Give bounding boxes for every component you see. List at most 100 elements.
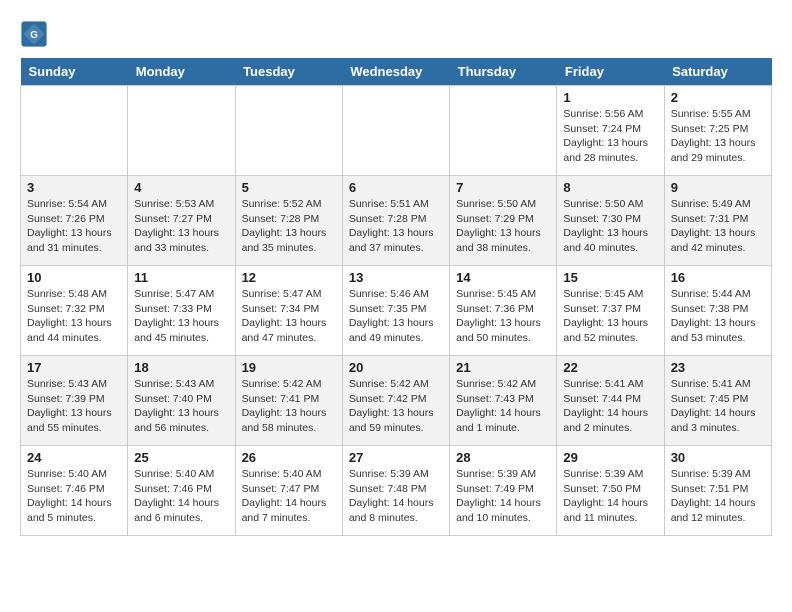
calendar-cell: 5 Sunrise: 5:52 AM Sunset: 7:28 PM Daylig…	[235, 176, 342, 266]
day-number: 20	[349, 360, 443, 375]
day-info: Sunrise: 5:41 AM Sunset: 7:45 PM Dayligh…	[671, 377, 765, 436]
day-info: Sunrise: 5:39 AM Sunset: 7:48 PM Dayligh…	[349, 467, 443, 526]
day-number: 30	[671, 450, 765, 465]
day-number: 7	[456, 180, 550, 195]
calendar-cell: 19 Sunrise: 5:42 AM Sunset: 7:41 PM Dayli…	[235, 356, 342, 446]
calendar-cell: 9 Sunrise: 5:49 AM Sunset: 7:31 PM Daylig…	[664, 176, 771, 266]
day-number: 13	[349, 270, 443, 285]
day-info: Sunrise: 5:39 AM Sunset: 7:51 PM Dayligh…	[671, 467, 765, 526]
calendar-week-row: 3 Sunrise: 5:54 AM Sunset: 7:26 PM Daylig…	[21, 176, 772, 266]
day-number: 17	[27, 360, 121, 375]
calendar-cell	[21, 86, 128, 176]
calendar-table: SundayMondayTuesdayWednesdayThursdayFrid…	[20, 58, 772, 536]
day-info: Sunrise: 5:39 AM Sunset: 7:49 PM Dayligh…	[456, 467, 550, 526]
calendar-cell: 7Sunrise: 5:50 AM Sunset: 7:29 PM Daylig…	[450, 176, 557, 266]
day-number: 24	[27, 450, 121, 465]
day-info: Sunrise: 5:55 AM Sunset: 7:25 PM Dayligh…	[671, 107, 765, 166]
day-number: 18	[134, 360, 228, 375]
day-info: Sunrise: 5:52 AM Sunset: 7:28 PM Dayligh…	[242, 197, 336, 256]
calendar-cell: 21 Sunrise: 5:42 AM Sunset: 7:43 PM Dayli…	[450, 356, 557, 446]
day-info: Sunrise: 5:50 AM Sunset: 7:30 PM Dayligh…	[563, 197, 657, 256]
weekday-header-sunday: Sunday	[21, 58, 128, 86]
day-number: 23	[671, 360, 765, 375]
day-info: Sunrise: 5:49 AM Sunset: 7:31 PM Dayligh…	[671, 197, 765, 256]
day-info: Sunrise: 5:56 AM Sunset: 7:24 PM Dayligh…	[563, 107, 657, 166]
calendar-header: SundayMondayTuesdayWednesdayThursdayFrid…	[21, 58, 772, 86]
calendar-cell: 10 Sunrise: 5:48 AM Sunset: 7:32 PM Dayli…	[21, 266, 128, 356]
day-info: Sunrise: 5:40 AM Sunset: 7:47 PM Dayligh…	[242, 467, 336, 526]
calendar-cell	[235, 86, 342, 176]
weekday-header-wednesday: Wednesday	[342, 58, 449, 86]
day-info: Sunrise: 5:43 AM Sunset: 7:39 PM Dayligh…	[27, 377, 121, 436]
day-number: 10	[27, 270, 121, 285]
day-info: Sunrise: 5:42 AM Sunset: 7:43 PM Dayligh…	[456, 377, 550, 436]
day-info: Sunrise: 5:44 AM Sunset: 7:38 PM Dayligh…	[671, 287, 765, 346]
day-number: 9	[671, 180, 765, 195]
calendar-cell	[342, 86, 449, 176]
day-number: 12	[242, 270, 336, 285]
day-number: 26	[242, 450, 336, 465]
day-info: Sunrise: 5:53 AM Sunset: 7:27 PM Dayligh…	[134, 197, 228, 256]
day-info: Sunrise: 5:51 AM Sunset: 7:28 PM Dayligh…	[349, 197, 443, 256]
day-number: 1	[563, 90, 657, 105]
calendar-cell: 11Sunrise: 5:47 AM Sunset: 7:33 PM Dayli…	[128, 266, 235, 356]
calendar-cell: 1 Sunrise: 5:56 AM Sunset: 7:24 PM Daylig…	[557, 86, 664, 176]
calendar-cell: 18 Sunrise: 5:43 AM Sunset: 7:40 PM Dayli…	[128, 356, 235, 446]
day-info: Sunrise: 5:41 AM Sunset: 7:44 PM Dayligh…	[563, 377, 657, 436]
calendar-cell: 30 Sunrise: 5:39 AM Sunset: 7:51 PM Dayli…	[664, 446, 771, 536]
day-number: 28	[456, 450, 550, 465]
calendar-week-row: 1 Sunrise: 5:56 AM Sunset: 7:24 PM Daylig…	[21, 86, 772, 176]
day-info: Sunrise: 5:54 AM Sunset: 7:26 PM Dayligh…	[27, 197, 121, 256]
calendar-cell: 14 Sunrise: 5:45 AM Sunset: 7:36 PM Dayli…	[450, 266, 557, 356]
day-number: 22	[563, 360, 657, 375]
weekday-header-row: SundayMondayTuesdayWednesdayThursdayFrid…	[21, 58, 772, 86]
weekday-header-saturday: Saturday	[664, 58, 771, 86]
calendar-cell: 17 Sunrise: 5:43 AM Sunset: 7:39 PM Dayli…	[21, 356, 128, 446]
day-info: Sunrise: 5:47 AM Sunset: 7:34 PM Dayligh…	[242, 287, 336, 346]
day-info: Sunrise: 5:48 AM Sunset: 7:32 PM Dayligh…	[27, 287, 121, 346]
day-number: 15	[563, 270, 657, 285]
calendar-cell: 8 Sunrise: 5:50 AM Sunset: 7:30 PM Daylig…	[557, 176, 664, 266]
calendar-cell: 16 Sunrise: 5:44 AM Sunset: 7:38 PM Dayli…	[664, 266, 771, 356]
day-info: Sunrise: 5:42 AM Sunset: 7:42 PM Dayligh…	[349, 377, 443, 436]
day-number: 21	[456, 360, 550, 375]
day-number: 19	[242, 360, 336, 375]
day-number: 16	[671, 270, 765, 285]
day-info: Sunrise: 5:45 AM Sunset: 7:37 PM Dayligh…	[563, 287, 657, 346]
day-info: Sunrise: 5:43 AM Sunset: 7:40 PM Dayligh…	[134, 377, 228, 436]
day-info: Sunrise: 5:42 AM Sunset: 7:41 PM Dayligh…	[242, 377, 336, 436]
day-info: Sunrise: 5:39 AM Sunset: 7:50 PM Dayligh…	[563, 467, 657, 526]
page-header: G	[20, 20, 772, 48]
weekday-header-monday: Monday	[128, 58, 235, 86]
calendar-week-row: 10 Sunrise: 5:48 AM Sunset: 7:32 PM Dayli…	[21, 266, 772, 356]
day-info: Sunrise: 5:45 AM Sunset: 7:36 PM Dayligh…	[456, 287, 550, 346]
calendar-cell: 3 Sunrise: 5:54 AM Sunset: 7:26 PM Daylig…	[21, 176, 128, 266]
logo-icon: G	[20, 20, 48, 48]
calendar-cell: 2 Sunrise: 5:55 AM Sunset: 7:25 PM Daylig…	[664, 86, 771, 176]
day-number: 29	[563, 450, 657, 465]
day-info: Sunrise: 5:40 AM Sunset: 7:46 PM Dayligh…	[134, 467, 228, 526]
calendar-cell	[128, 86, 235, 176]
calendar-cell: 26 Sunrise: 5:40 AM Sunset: 7:47 PM Dayli…	[235, 446, 342, 536]
calendar-cell: 29 Sunrise: 5:39 AM Sunset: 7:50 PM Dayli…	[557, 446, 664, 536]
calendar-cell: 27Sunrise: 5:39 AM Sunset: 7:48 PM Dayli…	[342, 446, 449, 536]
day-number: 25	[134, 450, 228, 465]
day-number: 2	[671, 90, 765, 105]
day-number: 8	[563, 180, 657, 195]
calendar-body: 1 Sunrise: 5:56 AM Sunset: 7:24 PM Daylig…	[21, 86, 772, 536]
calendar-week-row: 24 Sunrise: 5:40 AM Sunset: 7:46 PM Dayli…	[21, 446, 772, 536]
day-info: Sunrise: 5:47 AM Sunset: 7:33 PM Dayligh…	[134, 287, 228, 346]
calendar-cell: 12 Sunrise: 5:47 AM Sunset: 7:34 PM Dayli…	[235, 266, 342, 356]
day-number: 5	[242, 180, 336, 195]
weekday-header-friday: Friday	[557, 58, 664, 86]
svg-text:G: G	[30, 30, 38, 41]
calendar-cell: 28 Sunrise: 5:39 AM Sunset: 7:49 PM Dayli…	[450, 446, 557, 536]
calendar-cell: 23 Sunrise: 5:41 AM Sunset: 7:45 PM Dayli…	[664, 356, 771, 446]
calendar-week-row: 17 Sunrise: 5:43 AM Sunset: 7:39 PM Dayli…	[21, 356, 772, 446]
calendar-cell: 4 Sunrise: 5:53 AM Sunset: 7:27 PM Daylig…	[128, 176, 235, 266]
day-number: 4	[134, 180, 228, 195]
calendar-cell: 6Sunrise: 5:51 AM Sunset: 7:28 PM Daylig…	[342, 176, 449, 266]
day-number: 14	[456, 270, 550, 285]
calendar-cell: 15 Sunrise: 5:45 AM Sunset: 7:37 PM Dayli…	[557, 266, 664, 356]
day-number: 3	[27, 180, 121, 195]
